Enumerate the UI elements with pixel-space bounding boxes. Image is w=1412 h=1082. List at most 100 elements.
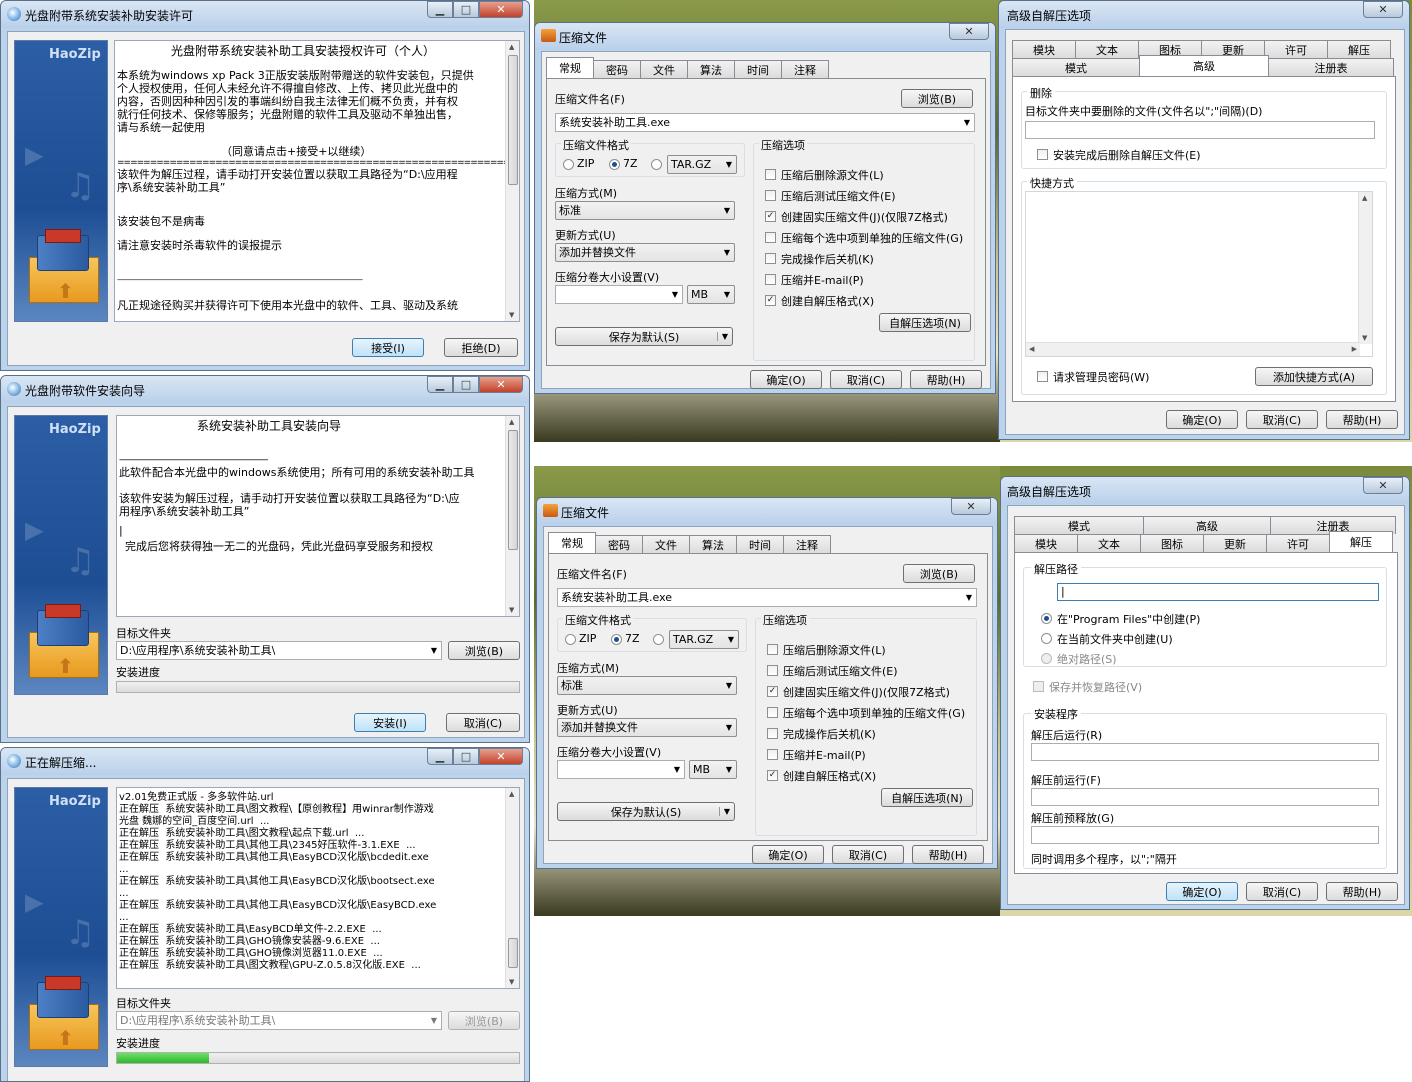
help-button[interactable]: 帮助(H) (910, 370, 982, 389)
compress-titlebar[interactable]: 压缩文件 ✕ (535, 23, 995, 50)
tab-advanced[interactable]: 高级 (1139, 55, 1269, 76)
minimize-icon[interactable]: ▁ (427, 748, 453, 765)
other-format-combo[interactable]: TAR.GZ ▼ (667, 155, 737, 174)
compress-tab[interactable]: 常规 (548, 532, 596, 553)
tab-mode[interactable]: 模式 (1014, 516, 1144, 534)
chevron-down-icon[interactable]: ▼ (726, 719, 732, 736)
tab-registry[interactable]: 注册表 (1268, 58, 1394, 76)
method-combo[interactable]: 标准 ▼ (557, 676, 737, 695)
split-size-combo[interactable]: ▼ (557, 760, 685, 779)
7z-radio[interactable] (609, 159, 620, 170)
sfx-titlebar[interactable]: 高级自解压选项 ✕ (1001, 477, 1409, 504)
chevron-down-icon[interactable]: ▼ (726, 156, 732, 173)
filename-combo[interactable]: 系统安装补助工具.exe ▼ (555, 113, 975, 132)
compress-tab[interactable]: 时间 (736, 535, 784, 553)
tab-text[interactable]: 文本 (1075, 40, 1139, 58)
option-checkbox[interactable] (765, 169, 776, 180)
help-button[interactable]: 帮助(H) (912, 845, 984, 864)
chevron-down-icon[interactable]: ▼ (726, 677, 732, 694)
run-before-input[interactable] (1031, 788, 1379, 806)
cancel-button[interactable]: 取消(C) (832, 845, 904, 864)
license-scrollbar[interactable]: ▲ ▼ (505, 41, 519, 321)
ok-button[interactable]: 确定(O) (752, 845, 824, 864)
delete-after-checkbox[interactable] (1037, 149, 1048, 160)
maximize-icon[interactable]: □ (453, 376, 479, 393)
tab-extract[interactable]: 解压 (1327, 40, 1391, 58)
chevron-down-icon[interactable]: ▼ (672, 286, 678, 303)
ok-button[interactable]: 确定(O) (1166, 882, 1238, 901)
ok-button[interactable]: 确定(O) (750, 370, 822, 389)
chevron-down-icon[interactable]: ▼ (966, 589, 972, 606)
tab-text[interactable]: 文本 (1077, 534, 1141, 552)
chevron-down-icon[interactable]: ▼ (431, 642, 437, 659)
option-checkbox[interactable] (767, 644, 778, 655)
minimize-icon[interactable]: ▁ (427, 1, 453, 18)
option-checkbox[interactable] (765, 190, 776, 201)
compress-tab[interactable]: 算法 (689, 535, 737, 553)
chevron-down-icon[interactable]: ▼ (724, 244, 730, 261)
help-button[interactable]: 帮助(H) (1326, 410, 1398, 429)
minimize-icon[interactable]: ▁ (427, 376, 453, 393)
chevron-down-icon[interactable]: ▼ (718, 807, 730, 816)
log-scrollbar[interactable]: ▲ ▼ (505, 788, 519, 988)
option-checkbox[interactable] (767, 707, 778, 718)
shortcut-list[interactable]: ▲ ▼ ◀ ▶ (1025, 191, 1373, 357)
tab-module[interactable]: 模块 (1014, 534, 1078, 552)
method-combo[interactable]: 标准 ▼ (555, 201, 735, 220)
ok-button[interactable]: 确定(O) (1166, 410, 1238, 429)
browse-button[interactable]: 浏览(B) (903, 564, 975, 583)
current-folder-radio[interactable] (1041, 633, 1052, 644)
maximize-icon[interactable]: □ (453, 1, 479, 18)
browse-button[interactable]: 浏览(B) (448, 641, 520, 660)
cancel-button[interactable]: 取消(C) (830, 370, 902, 389)
compress-titlebar[interactable]: 压缩文件 ✕ (537, 498, 997, 525)
request-admin-checkbox[interactable] (1037, 371, 1048, 382)
tab-advanced[interactable]: 高级 (1143, 516, 1271, 534)
license-titlebar[interactable]: 光盘附带系统安装补助安装许可 ▁ □ ✕ (1, 1, 529, 28)
chevron-down-icon[interactable]: ▼ (728, 631, 734, 648)
close-icon[interactable]: ✕ (479, 1, 523, 18)
reject-button[interactable]: 拒绝(D) (444, 338, 518, 357)
chevron-down-icon[interactable]: ▼ (724, 286, 730, 303)
shortcut-hscroll[interactable]: ◀ ▶ (1026, 342, 1360, 356)
cancel-button[interactable]: 取消(C) (1246, 410, 1318, 429)
add-shortcut-button[interactable]: 添加快捷方式(A) (1255, 367, 1373, 386)
chevron-down-icon[interactable]: ▼ (716, 332, 728, 341)
compress-tab[interactable]: 密码 (595, 535, 643, 553)
delete-files-input[interactable] (1025, 121, 1375, 139)
close-icon[interactable]: ✕ (479, 748, 523, 765)
other-format-radio[interactable] (653, 634, 664, 645)
compress-tab[interactable]: 文件 (642, 535, 690, 553)
compress-tab[interactable]: 常规 (546, 57, 594, 78)
zip-radio[interactable] (563, 159, 574, 170)
wizard-titlebar[interactable]: 光盘附带软件安装向导 ▁ □ ✕ (1, 376, 529, 403)
tab-module[interactable]: 模块 (1012, 40, 1076, 58)
close-icon[interactable]: ✕ (949, 23, 989, 40)
option-checkbox[interactable]: ✓ (767, 686, 778, 697)
zip-radio[interactable] (565, 634, 576, 645)
wizard-scrollbar[interactable]: ▲ ▼ (505, 416, 519, 616)
split-unit-combo[interactable]: MB ▼ (687, 285, 735, 304)
option-checkbox[interactable]: ✓ (765, 211, 776, 222)
split-size-combo[interactable]: ▼ (555, 285, 683, 304)
tab-update[interactable]: 更新 (1203, 534, 1267, 552)
chevron-down-icon[interactable]: ▼ (724, 202, 730, 219)
split-unit-combo[interactable]: MB ▼ (689, 760, 737, 779)
accept-button[interactable]: 接受(I) (352, 338, 424, 357)
option-checkbox[interactable] (767, 749, 778, 760)
sfx-options-button[interactable]: 自解压选项(N) (881, 788, 973, 807)
option-checkbox[interactable] (765, 274, 776, 285)
option-checkbox[interactable]: ✓ (767, 770, 778, 781)
tab-license[interactable]: 许可 (1264, 40, 1328, 58)
install-button[interactable]: 安装(I) (354, 713, 426, 732)
other-format-combo[interactable]: TAR.GZ ▼ (669, 630, 739, 649)
maximize-icon[interactable]: □ (453, 748, 479, 765)
help-button[interactable]: 帮助(H) (1326, 882, 1398, 901)
filename-combo[interactable]: 系统安装补助工具.exe ▼ (557, 588, 977, 607)
option-checkbox[interactable] (765, 232, 776, 243)
tab-license[interactable]: 许可 (1266, 534, 1330, 552)
sfx-titlebar[interactable]: 高级自解压选项 ✕ (999, 1, 1409, 28)
sfx-options-button[interactable]: 自解压选项(N) (879, 313, 971, 332)
compress-tab[interactable]: 算法 (687, 60, 735, 78)
option-checkbox[interactable] (767, 728, 778, 739)
